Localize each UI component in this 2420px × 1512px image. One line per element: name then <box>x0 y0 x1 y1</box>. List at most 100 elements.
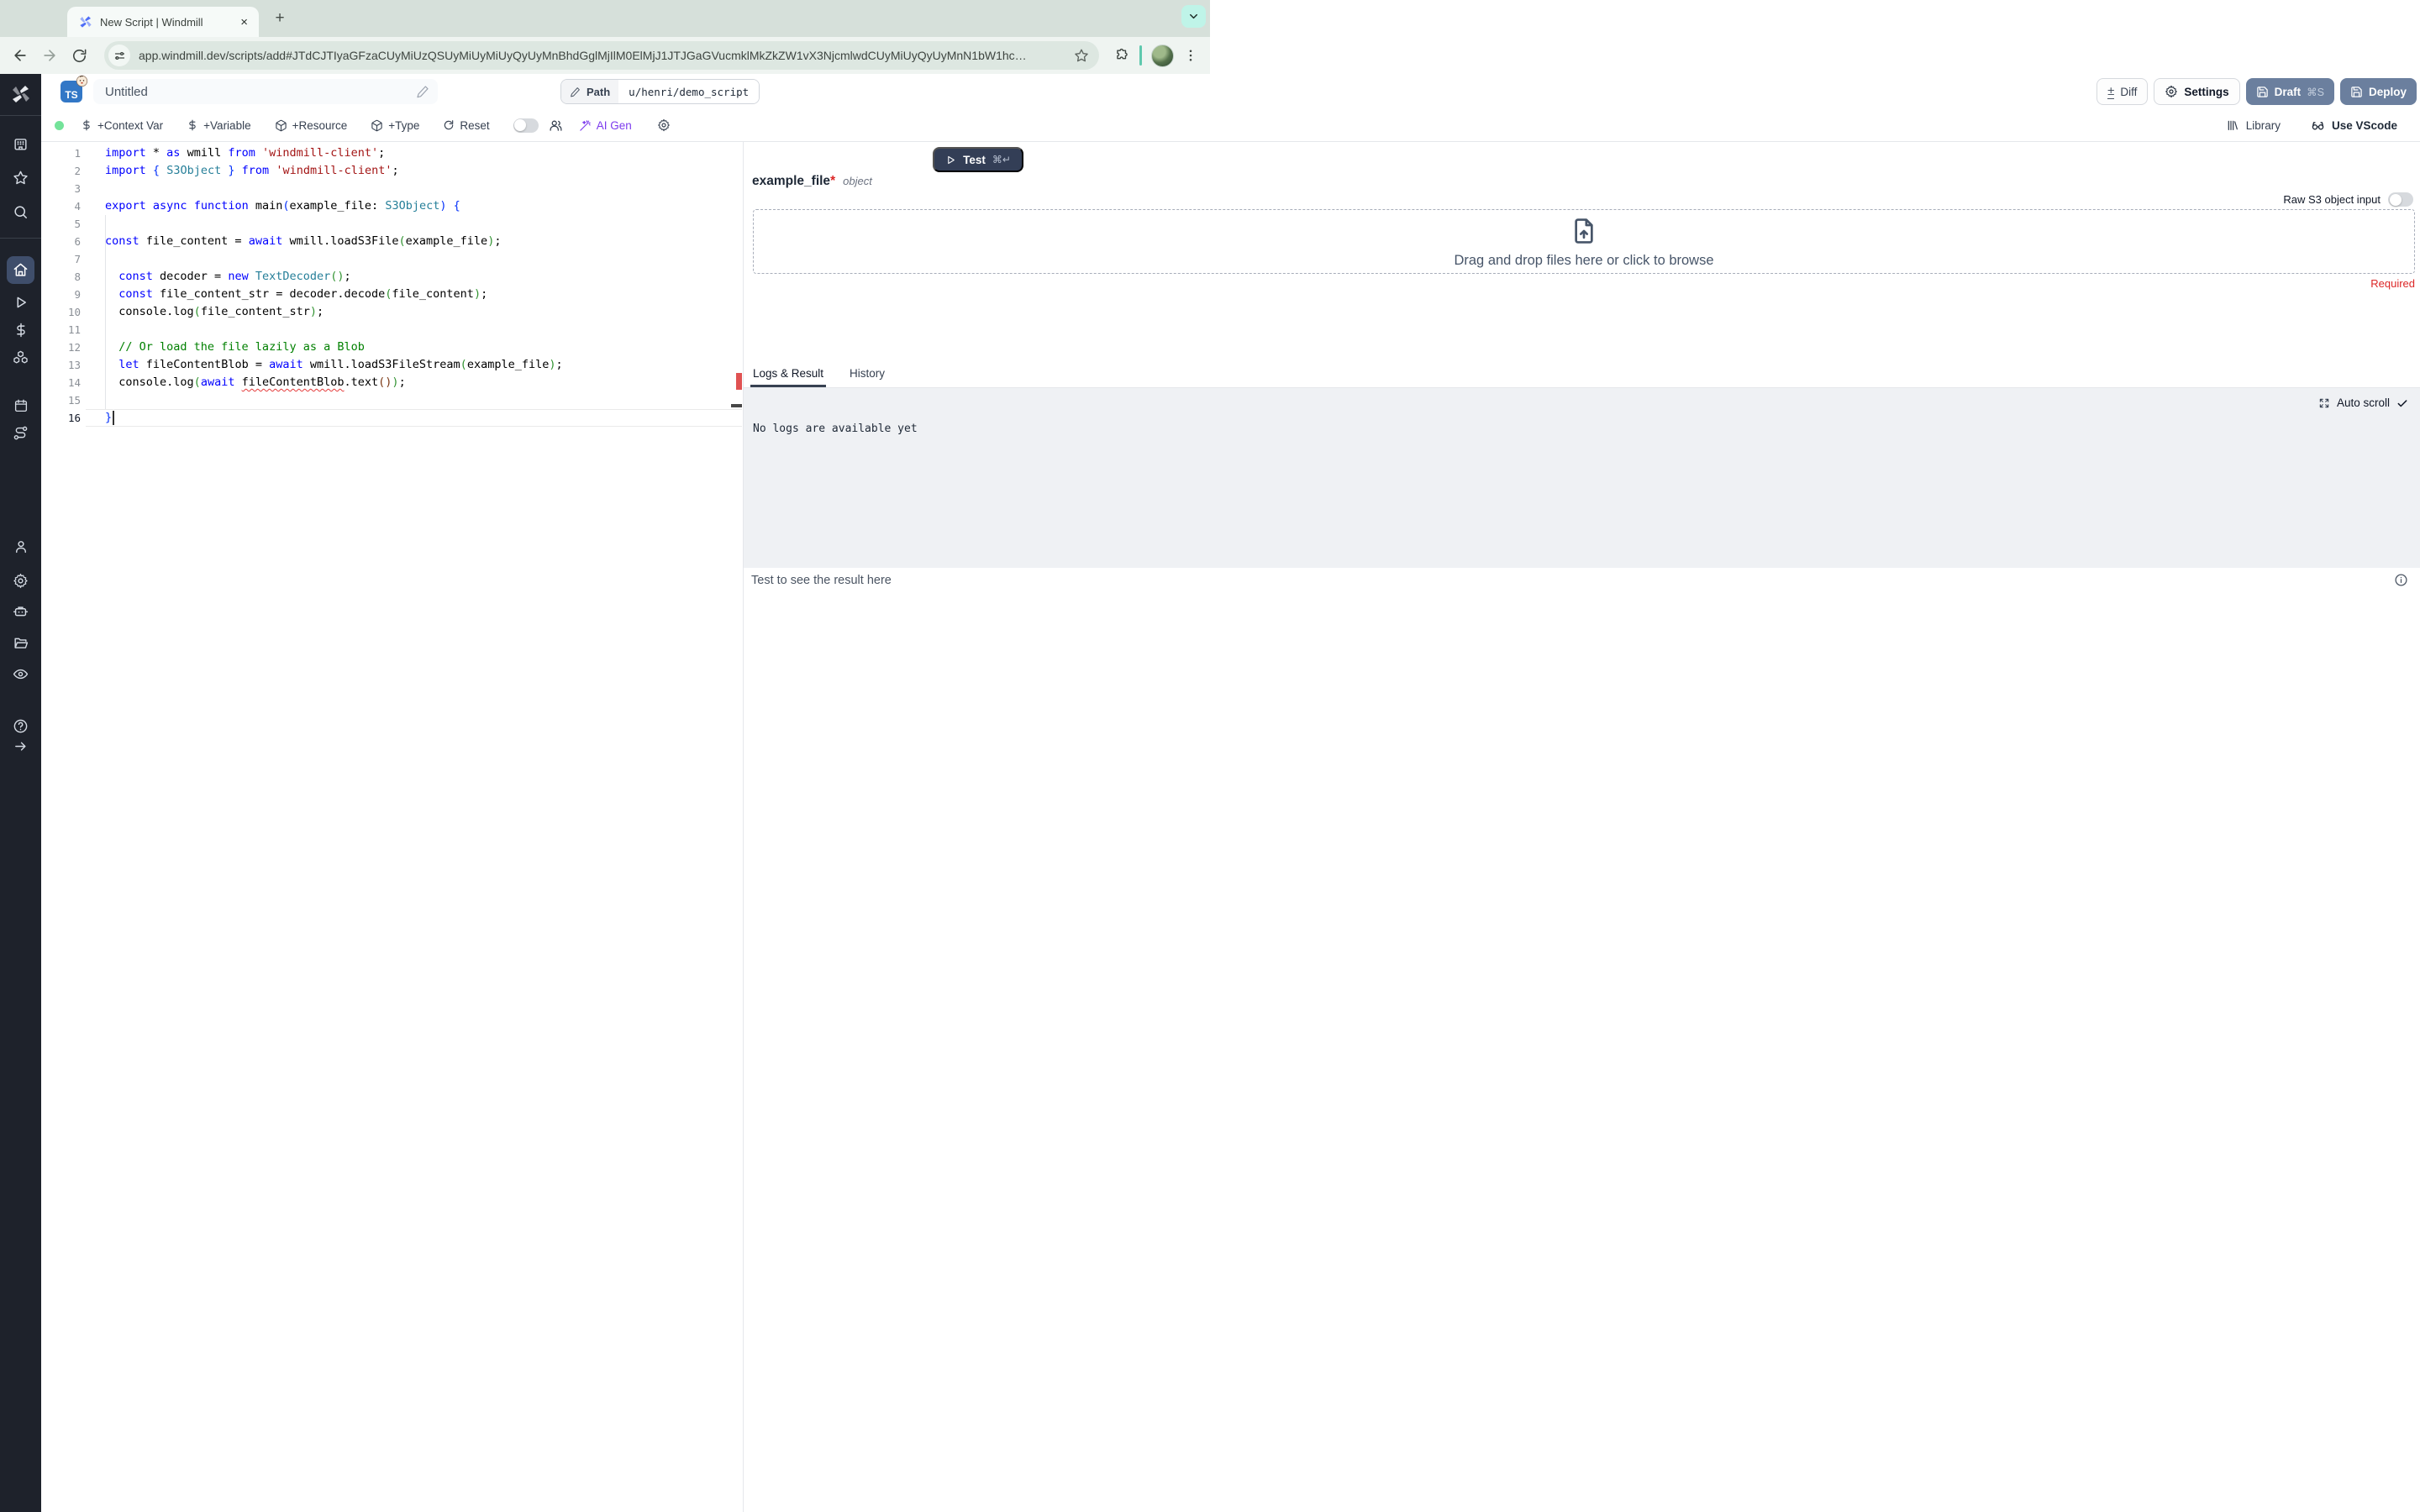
reload-button[interactable] <box>70 46 88 65</box>
dollar-icon <box>81 119 92 131</box>
workspace-emoji-badge <box>76 75 88 87</box>
add-variable-button[interactable]: +Variable <box>187 119 251 132</box>
info-icon[interactable] <box>2394 573 2408 587</box>
sidebar-item-resources[interactable] <box>0 347 41 367</box>
code-lines[interactable]: import * as wmill from 'windmill-client'… <box>105 144 743 427</box>
tab-search-button[interactable] <box>1181 5 1206 28</box>
browser-menu-icon[interactable] <box>1183 48 1198 63</box>
sidebar-item-variables[interactable] <box>0 320 41 340</box>
refresh-icon <box>443 119 455 131</box>
tab-close-icon[interactable]: × <box>238 15 250 29</box>
windmill-logo-icon[interactable] <box>0 84 41 104</box>
sidebar-item-search[interactable] <box>0 202 41 222</box>
settings-button[interactable]: Settings <box>2154 78 2240 105</box>
sidebar-item-settings[interactable] <box>0 570 41 591</box>
path-value: u/henri/demo_script <box>618 80 760 103</box>
app-sidebar <box>0 74 41 1512</box>
test-panel: Test ⌘↵ example_file* object Raw S3 obje… <box>743 142 2420 1512</box>
auto-scroll-control[interactable]: Auto scroll <box>2318 396 2408 409</box>
bookmark-star-icon[interactable] <box>1074 48 1089 63</box>
text-cursor <box>113 411 114 425</box>
test-button[interactable]: Test ⌘↵ <box>933 147 1023 172</box>
result-area: Test to see the result here <box>751 573 2408 587</box>
sidebar-item-flows[interactable] <box>0 423 41 443</box>
use-vscode-button[interactable]: Use VScode <box>2311 118 2397 133</box>
browser-toolbar: app.windmill.dev/scripts/add#JTdCJTIyaGF… <box>0 37 1210 74</box>
code-editor[interactable]: 1 2 3 4 5 6 7 8 9 10 11 12 13 14 15 16 import * as wmil… <box>41 142 743 1512</box>
overview-cursor-marker <box>731 404 742 407</box>
raw-s3-label: Raw S3 object input <box>2283 193 2381 206</box>
sidebar-item-home[interactable] <box>7 256 34 284</box>
add-type-button[interactable]: +Type <box>371 119 419 132</box>
profile-avatar[interactable] <box>1151 44 1174 67</box>
sidebar-item-help[interactable] <box>0 716 41 736</box>
multiplayer-toggle[interactable] <box>513 118 539 133</box>
sidebar-item-favorites[interactable] <box>0 167 41 187</box>
url-text[interactable]: app.windmill.dev/scripts/add#JTdCJTIyaGF… <box>139 49 1067 62</box>
check-icon <box>2396 397 2408 409</box>
editor-settings-icon[interactable] <box>657 118 671 132</box>
typescript-badge: TS <box>60 81 82 102</box>
draft-button[interactable]: Draft ⌘S <box>2245 78 2334 105</box>
dollar-icon <box>187 119 198 131</box>
save-icon <box>2350 86 2363 98</box>
logs-area: Auto scroll No logs are available yet <box>744 388 2420 568</box>
script-header: TS Untitled Path u/henri/demo_script ± D… <box>41 74 2420 109</box>
sidebar-divider <box>0 238 41 239</box>
extensions-icon[interactable] <box>1114 48 1130 64</box>
add-context-var-button[interactable]: +Context Var <box>81 119 163 132</box>
file-dropzone[interactable]: Drag and drop files here or click to bro… <box>753 209 2415 274</box>
browser-tab[interactable]: New Script | Windmill × <box>67 7 259 37</box>
sidebar-item-workspace[interactable] <box>0 134 41 154</box>
library-button[interactable]: Library <box>2226 118 2281 132</box>
edit-title-icon[interactable] <box>416 85 429 98</box>
expand-icon <box>2318 397 2330 409</box>
editor-toolbar: +Context Var +Variable +Resource +Type R… <box>41 109 2420 142</box>
chevron-down-icon <box>1187 10 1200 23</box>
package-icon <box>275 119 287 132</box>
package-icon <box>371 119 383 132</box>
sidebar-item-users[interactable] <box>0 537 41 557</box>
dropzone-text: Drag and drop files here or click to bro… <box>1454 253 1714 268</box>
browser-tab-bar: New Script | Windmill × + <box>0 0 1210 37</box>
no-logs-text: No logs are available yet <box>753 423 918 435</box>
tab-logs-result[interactable]: Logs & Result <box>750 367 827 387</box>
multiplayer-users-icon <box>549 118 563 133</box>
draft-shortcut: ⌘S <box>2307 86 2324 98</box>
sidebar-expand-icon[interactable] <box>0 736 41 756</box>
save-icon <box>2256 86 2269 98</box>
tab-history[interactable]: History <box>850 367 885 387</box>
site-info-icon[interactable] <box>108 45 130 66</box>
play-icon <box>945 155 956 165</box>
sidebar-item-workers[interactable] <box>0 601 41 621</box>
sidebar-item-runs[interactable] <box>0 292 41 312</box>
add-resource-button[interactable]: +Resource <box>275 119 347 132</box>
diff-button[interactable]: ± Diff <box>2096 78 2149 105</box>
new-tab-button[interactable]: + <box>269 8 291 29</box>
arg-type: object <box>843 175 872 187</box>
ai-gen-button[interactable]: AI Gen <box>579 119 632 132</box>
sidebar-item-audit-logs[interactable] <box>0 664 41 684</box>
diff-icon: ± <box>2107 83 2115 99</box>
windmill-favicon <box>79 15 92 29</box>
arg-name: example_file* <box>752 174 836 188</box>
gear-icon <box>2165 85 2178 98</box>
sidebar-item-schedules[interactable] <box>0 396 41 416</box>
panel-tabs: Logs & Result History <box>744 362 2420 388</box>
reset-button[interactable]: Reset <box>443 119 490 132</box>
wand-icon <box>579 119 592 132</box>
forward-button[interactable] <box>40 46 59 65</box>
raw-s3-toggle[interactable] <box>2388 192 2413 207</box>
edit-path-icon <box>570 87 581 97</box>
editor-gutter[interactable]: 1 2 3 4 5 6 7 8 9 10 11 12 13 14 15 16 <box>41 144 86 427</box>
script-title-input[interactable]: Untitled <box>93 79 438 104</box>
back-button[interactable] <box>11 46 29 65</box>
deploy-button[interactable]: Deploy <box>2339 78 2417 105</box>
sidebar-item-folders[interactable] <box>0 633 41 653</box>
script-title[interactable]: Untitled <box>105 85 416 99</box>
path-chip[interactable]: Path u/henri/demo_script <box>560 79 760 104</box>
overview-error-marker <box>736 373 742 390</box>
browser-actions <box>1114 44 1202 67</box>
connection-status-dot <box>55 120 64 130</box>
address-bar[interactable]: app.windmill.dev/scripts/add#JTdCJTIyaGF… <box>104 41 1099 70</box>
